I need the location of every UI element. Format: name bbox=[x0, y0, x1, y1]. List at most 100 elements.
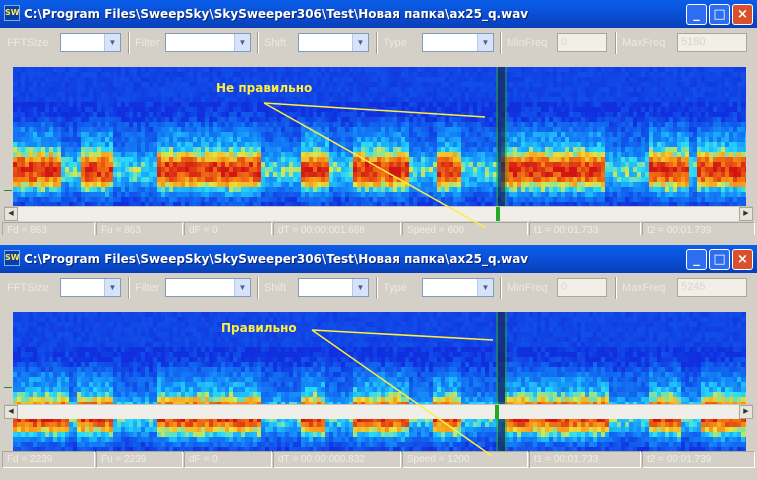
spectrogram-cell bbox=[457, 117, 461, 122]
spectrogram-cell bbox=[413, 157, 417, 162]
spectrogram-cell bbox=[321, 77, 325, 82]
spectrogram-cell bbox=[177, 97, 181, 102]
spectrogram-cell bbox=[621, 102, 625, 107]
spectrogram-cell bbox=[701, 147, 705, 152]
spectrogram-cell bbox=[209, 132, 213, 137]
spectrogram-cell bbox=[693, 117, 697, 122]
spectrogram-cell bbox=[633, 67, 637, 72]
spectrogram-cell bbox=[649, 167, 653, 172]
spectrogram-cell bbox=[85, 97, 89, 102]
spectrogram-cell bbox=[89, 72, 93, 77]
spectrogram-cell bbox=[37, 177, 41, 182]
spectrogram-cell bbox=[413, 192, 417, 197]
spectrogram-cell bbox=[321, 87, 325, 92]
spectrogram-cell bbox=[385, 102, 389, 107]
spectrogram-cell bbox=[409, 122, 413, 127]
spectrogram-cell bbox=[217, 117, 221, 122]
spectrogram-cell bbox=[157, 92, 161, 97]
spectrogram-cell bbox=[425, 72, 429, 77]
spectrogram-cell bbox=[713, 152, 717, 157]
spectrogram-cell bbox=[253, 107, 257, 112]
spectrogram-cell bbox=[121, 82, 125, 87]
spectrogram-cell bbox=[37, 92, 41, 97]
spectrogram-cell bbox=[613, 92, 617, 97]
spectrogram-cell bbox=[649, 102, 653, 107]
spectrogram-cell bbox=[465, 117, 469, 122]
spectrogram-cell bbox=[293, 182, 297, 187]
spectrogram-cell bbox=[605, 102, 609, 107]
spectrogram-cell bbox=[609, 157, 613, 162]
spectrogram-cell bbox=[333, 177, 337, 182]
spectrogram-cell bbox=[117, 87, 121, 92]
spectrogram-cell bbox=[133, 127, 137, 132]
shift-select[interactable]: ▼ bbox=[298, 33, 369, 52]
spectrogram-cell bbox=[129, 117, 133, 122]
spectrogram-cell bbox=[141, 127, 145, 132]
spectrogram-cell bbox=[89, 187, 93, 192]
spectrogram-cell bbox=[353, 192, 357, 197]
spectrogram-cell bbox=[625, 102, 629, 107]
spectrogram-cell bbox=[637, 107, 641, 112]
spectrogram-cell bbox=[533, 87, 537, 92]
close-button[interactable]: × bbox=[732, 4, 753, 25]
spectrogram-cell bbox=[645, 132, 649, 137]
spectrogram-cell bbox=[697, 77, 701, 82]
spectrogram-cell bbox=[17, 137, 21, 142]
spectrogram-cell bbox=[369, 77, 373, 82]
title-bar[interactable]: SW C:\Program Files\SweepSky\SkySweeper3… bbox=[0, 0, 757, 28]
spectrogram-cell bbox=[409, 187, 413, 192]
spectrogram-cell bbox=[53, 92, 57, 97]
spectrogram-cell bbox=[385, 107, 389, 112]
spectrogram-cell bbox=[41, 172, 45, 177]
spectrogram-cell bbox=[697, 92, 701, 97]
minimize-button[interactable]: _ bbox=[686, 4, 707, 25]
spectrogram-cell bbox=[621, 197, 625, 202]
spectrogram-cell bbox=[669, 102, 673, 107]
spectrogram-cell bbox=[93, 137, 97, 142]
spectrogram-cell bbox=[57, 147, 61, 152]
spectrogram-cell bbox=[637, 177, 641, 182]
spectrogram-cell bbox=[61, 92, 65, 97]
spectrogram-cell bbox=[421, 82, 425, 87]
spectrogram-cell bbox=[669, 197, 673, 202]
spectrogram-cell bbox=[345, 132, 349, 137]
spectrogram-cell bbox=[81, 137, 85, 142]
spectrogram-cell bbox=[717, 122, 721, 127]
spectrogram-cell bbox=[557, 107, 561, 112]
spectrogram-cell bbox=[377, 112, 381, 117]
spectrogram-cell bbox=[333, 127, 337, 132]
spectrogram-cell bbox=[65, 87, 69, 92]
spectrogram-cell bbox=[385, 82, 389, 87]
spectrogram-cell bbox=[229, 182, 233, 187]
spectrogram-cell bbox=[141, 67, 145, 72]
spectrogram-cell bbox=[665, 77, 669, 82]
spectrogram-cell bbox=[49, 182, 53, 187]
maximize-button[interactable]: □ bbox=[709, 4, 730, 25]
spectrogram-cell bbox=[29, 137, 33, 142]
filter-select[interactable]: ▼ bbox=[165, 33, 251, 52]
spectrogram-cell bbox=[149, 142, 153, 147]
spectrogram-cell bbox=[597, 157, 601, 162]
fftsize-select[interactable]: ▼ bbox=[60, 33, 121, 52]
spectrogram-cell bbox=[189, 197, 193, 202]
spectrogram-canvas[interactable] bbox=[13, 67, 746, 207]
type-select[interactable]: ▼ bbox=[422, 33, 494, 52]
spectrogram-cell bbox=[165, 97, 169, 102]
spectrogram-cell bbox=[685, 172, 689, 177]
spectrogram-cell bbox=[585, 127, 589, 132]
spectrogram-cell bbox=[565, 77, 569, 82]
spectrogram-cell bbox=[417, 112, 421, 117]
spectrogram-cell bbox=[197, 187, 201, 192]
spectrogram-cell bbox=[221, 67, 225, 72]
spectrogram-cell bbox=[417, 122, 421, 127]
spectrogram-cell bbox=[465, 162, 469, 167]
spectrogram-cell bbox=[545, 87, 549, 92]
spectrogram-cell bbox=[613, 182, 617, 187]
spectrogram-cell bbox=[685, 117, 689, 122]
spectrogram-cell bbox=[33, 192, 37, 197]
spectrogram-cell bbox=[585, 82, 589, 87]
spectrogram-cell bbox=[89, 147, 93, 152]
spectrogram-cell bbox=[309, 162, 313, 167]
spectrogram-cell bbox=[697, 197, 701, 202]
spectrogram-cell bbox=[221, 122, 225, 127]
